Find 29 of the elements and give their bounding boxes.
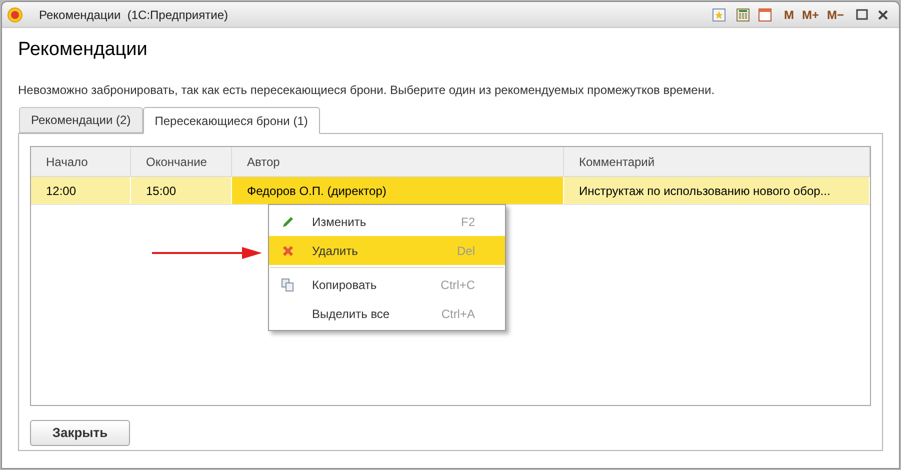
close-icon[interactable] <box>878 10 888 20</box>
copy-icon <box>281 278 295 292</box>
menu-item[interactable]: Копировать Ctrl+C <box>269 270 505 299</box>
column-header[interactable]: Начало <box>31 147 131 176</box>
menu-item[interactable]: Удалить Del <box>269 236 505 265</box>
calculator-icon[interactable] <box>736 8 750 22</box>
column-header[interactable]: Комментарий <box>564 147 870 176</box>
memory-button[interactable]: M+ <box>802 6 819 24</box>
menu-item[interactable]: Выделить все Ctrl+A <box>269 299 505 328</box>
table-cell[interactable]: 12:00 <box>31 177 131 204</box>
close-button[interactable]: Закрыть <box>30 420 130 446</box>
column-header[interactable]: Автор <box>232 147 564 176</box>
table-cell[interactable]: Федоров О.П. (директор) <box>232 177 564 204</box>
table-cell[interactable]: Инструктаж по использованию нового обор... <box>564 177 870 204</box>
menu-item[interactable]: Изменить F2 <box>269 207 505 236</box>
tab[interactable]: Пересекающиеся брони (1) <box>142 107 320 134</box>
memory-button[interactable]: M− <box>826 6 844 24</box>
maximize-icon[interactable] <box>856 9 868 20</box>
calendar-icon[interactable] <box>758 8 772 22</box>
tab[interactable]: Рекомендации (2) <box>19 107 143 133</box>
pencil-icon <box>281 214 295 228</box>
form-heading: Рекомендации <box>18 38 148 62</box>
window-title: Рекомендации (1С:Предприятие) <box>39 6 228 24</box>
message-text: Невозможно забронировать, так как есть пересекающиеся брони. Выберите один из рекомендуемых промежутков времени. <box>18 83 716 97</box>
delete-icon <box>282 244 294 256</box>
favorite-icon[interactable] <box>712 8 726 22</box>
column-header[interactable]: Окончание <box>131 147 232 176</box>
memory-button[interactable]: M <box>784 6 794 24</box>
app-logo-icon <box>7 6 23 22</box>
